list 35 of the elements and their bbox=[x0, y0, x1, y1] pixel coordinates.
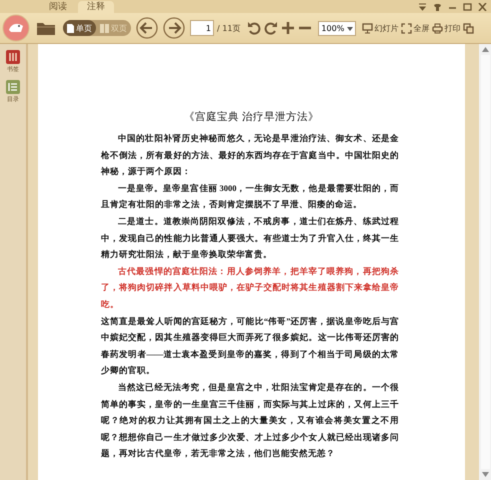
shirt-icon[interactable] bbox=[433, 2, 442, 10]
view-mode-button[interactable]: 单页 bbox=[63, 20, 96, 36]
document-title: 《宫庭宝典 治疗早泄方法》 bbox=[183, 110, 320, 125]
toolbar-button[interactable]: 打印 bbox=[432, 22, 460, 34]
paragraph-text: 这简直是最耸人听闻的宫廷秘方，可能比“伟哥”还厉害，据说皇帝吃后与宫中嫔妃交配，因其生殖器变得巨大而弄死了很多嫔妃。这一比伟哥还厉害的春药发明者——道士袁本盈受到皇帝的嘉奖，得到了个相当于司局级的太常少卿的官职。 bbox=[101, 314, 399, 378]
zoom-dropdown[interactable]: 100% bbox=[318, 20, 356, 36]
scrollbar[interactable] bbox=[479, 44, 491, 480]
scroll-down-icon[interactable] bbox=[482, 472, 488, 477]
paragraph-text: 当然这已经无法考究，但是皇宫之中，壮阳法宝肯定是存在的。一个很简单的事实，皇帝的一生皇宫三千佳丽，而实际与其上过床的，又何上三千呢？绝对的权力让其拥有国土之上的大量美女，又有谁会将美女置之不用呢？想想你自己一生才做过多少次爱、才上过多少个女人就已经出现诸多问题，再对比古代皇帝，若无非常之法，他们岂能安然无恙？ bbox=[101, 380, 399, 460]
zoom-in-icon[interactable] bbox=[281, 21, 296, 35]
paragraph-text: 一是皇帝。皇帝皇宫佳丽 3000，一生御女无数，他是最需要壮阳的，而且肯定有壮阳的非常之法，否则肯定摆脱不了早泄、阳痿的命运。 bbox=[101, 182, 399, 212]
paragraph-text: 二是道士。道教崇尚阴阳双修法，不戒房事，道士们在炼丹、练武过程中，发现自己的性能力比普通人要强大。有些道士为了升官入仕，终其一生精力研究壮阳法，献于皇帝换取荣华富贵。 bbox=[101, 214, 399, 262]
folder-icon[interactable] bbox=[36, 20, 56, 36]
dropdown-icon[interactable] bbox=[418, 2, 427, 10]
page-number-field[interactable]: 1 bbox=[190, 20, 214, 36]
paragraph-text: 古代最强悍的宫庭壮阳法：用人参饲养羊，把羊宰了喂养狗，再把狗杀了，将狗肉切碎拌入草料中喂驴，在驴子交配时将其生殖器割下来拿给皇帝吃。 bbox=[101, 264, 399, 311]
logo-icon[interactable] bbox=[2, 14, 30, 42]
fullscreen-icon bbox=[401, 22, 412, 34]
scroll-up-icon[interactable] bbox=[482, 47, 488, 52]
screen-icon bbox=[362, 22, 374, 34]
double-page-icon bbox=[100, 24, 109, 32]
close-icon[interactable] bbox=[478, 2, 487, 10]
tab[interactable]: 注释 bbox=[78, 1, 114, 13]
paragraph-text: 中国的壮阳补肾历史神秘而悠久，无论是早泄治疗法、御女术、还是金枪不倒法，所有最好的方法、最好的东西均存在于宫庭当中。中国壮阳史的神秘，源于两个原因： bbox=[101, 132, 399, 178]
maximize-icon[interactable] bbox=[463, 2, 472, 10]
toolbar-button[interactable]: 全屏 bbox=[401, 22, 430, 34]
copy-icon[interactable] bbox=[463, 22, 474, 34]
scrollbar-thumb[interactable] bbox=[480, 55, 490, 469]
printer-icon bbox=[432, 22, 444, 34]
rotate-left-icon[interactable] bbox=[247, 21, 262, 35]
page-total: / 11页 bbox=[217, 22, 240, 34]
rotate-right-icon[interactable] bbox=[264, 21, 278, 35]
tab[interactable]: 阅读 bbox=[40, 1, 76, 13]
toolbar-button[interactable]: 幻灯片 bbox=[362, 22, 398, 34]
single-page-icon bbox=[67, 24, 74, 32]
